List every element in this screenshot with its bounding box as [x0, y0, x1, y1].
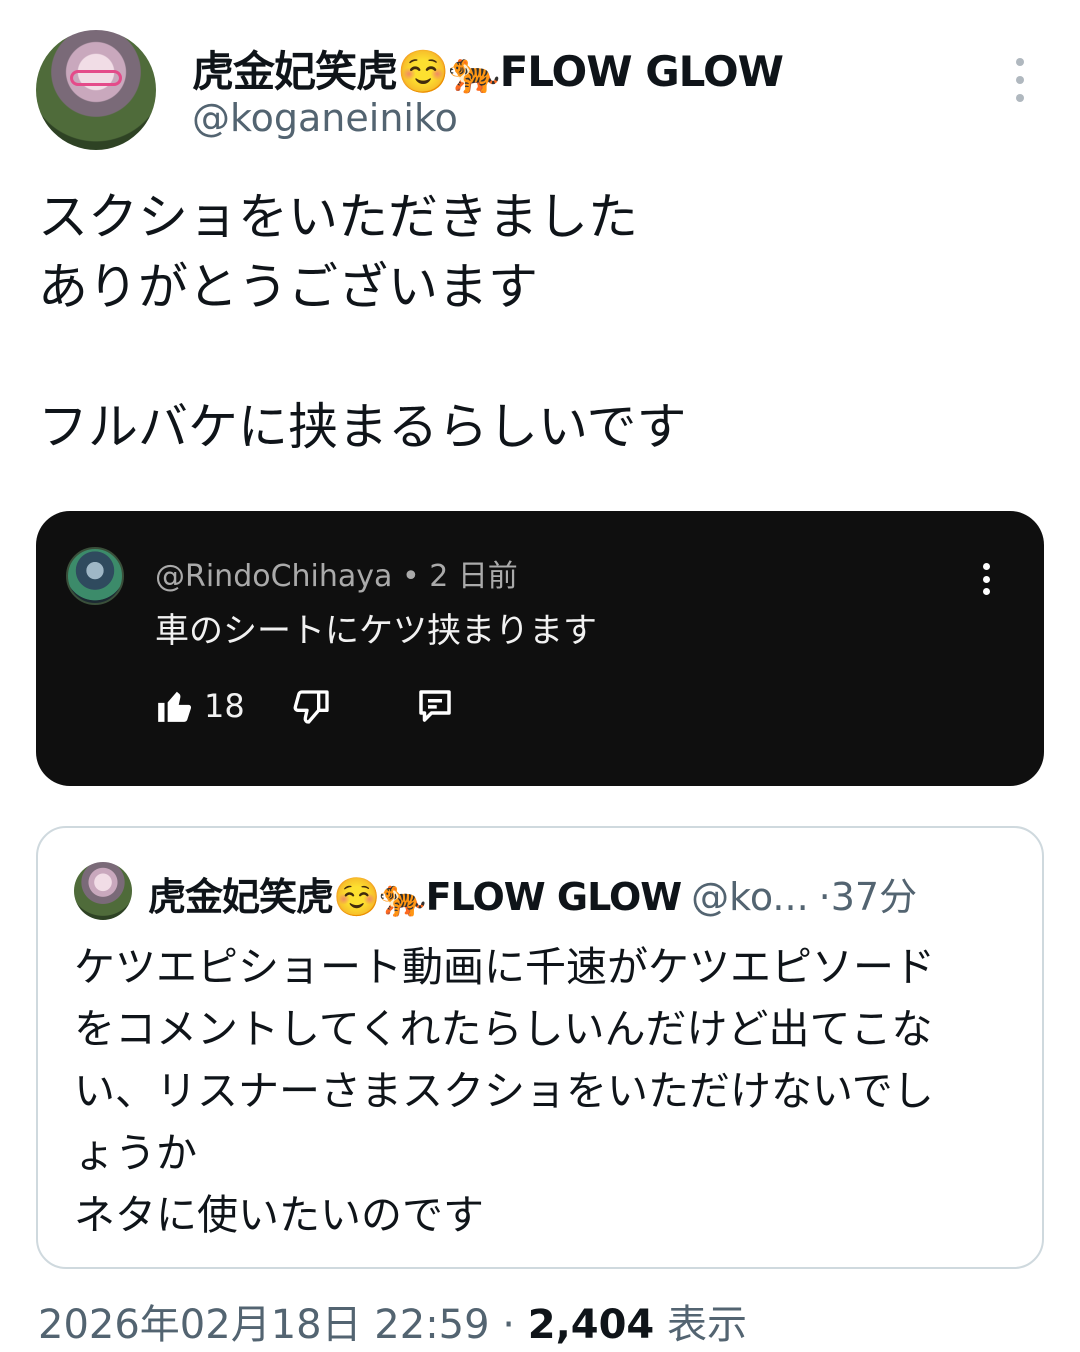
- quoted-separator: ·: [818, 875, 831, 919]
- more-options-icon[interactable]: [1008, 58, 1032, 102]
- view-count: 2,404: [527, 1302, 655, 1348]
- quoted-header: 虎金妃笑虎☺️🐅FLOW GLOW @ko... ·37分: [148, 866, 917, 921]
- commenter-avatar: [66, 547, 124, 605]
- thumbs-up-icon: [158, 691, 192, 722]
- reply-icon: [419, 690, 451, 722]
- thumbs-down-icon: [293, 690, 329, 724]
- comment-text: 車のシートにケツ挟まります: [155, 611, 597, 651]
- quoted-tweet-text: ケツエピショート動画に千速がケツエピソード をコメントしてくれたらしいんだけど出…: [74, 943, 935, 1239]
- author-name[interactable]: 虎金妃笑虎☺️🐅FLOW GLOW: [192, 38, 784, 99]
- views-label: 表示: [654, 1302, 747, 1348]
- quoted-author-handle: @ko...: [691, 875, 809, 919]
- tweet-text: スクショをいただきました ありがとうございます フルバケに挟まるらしいです: [38, 188, 687, 456]
- tweet-footer: 2026年02月18日 22:59 · 2,404 表示: [38, 1292, 747, 1350]
- quoted-author-name: 虎金妃笑虎☺️🐅FLOW GLOW: [148, 875, 682, 919]
- comment-meta: @RindoChihaya • 2 日前: [155, 559, 518, 594]
- author-handle[interactable]: @koganeiniko: [192, 96, 458, 140]
- quoted-author-avatar: [74, 862, 132, 920]
- tweet-datetime[interactable]: 2026年02月18日 22:59 ·: [38, 1302, 528, 1348]
- more-vertical-icon: [980, 563, 992, 595]
- quoted-time: 37分: [830, 875, 918, 919]
- quoted-tweet-card[interactable]: 虎金妃笑虎☺️🐅FLOW GLOW @ko... ·37分 ケツエピショート動画に千…: [36, 826, 1044, 1269]
- author-avatar[interactable]: [36, 30, 156, 150]
- attached-image-youtube-comment[interactable]: @RindoChihaya • 2 日前 車のシートにケツ挟まります 18: [36, 511, 1044, 786]
- like-count: 18: [204, 687, 245, 725]
